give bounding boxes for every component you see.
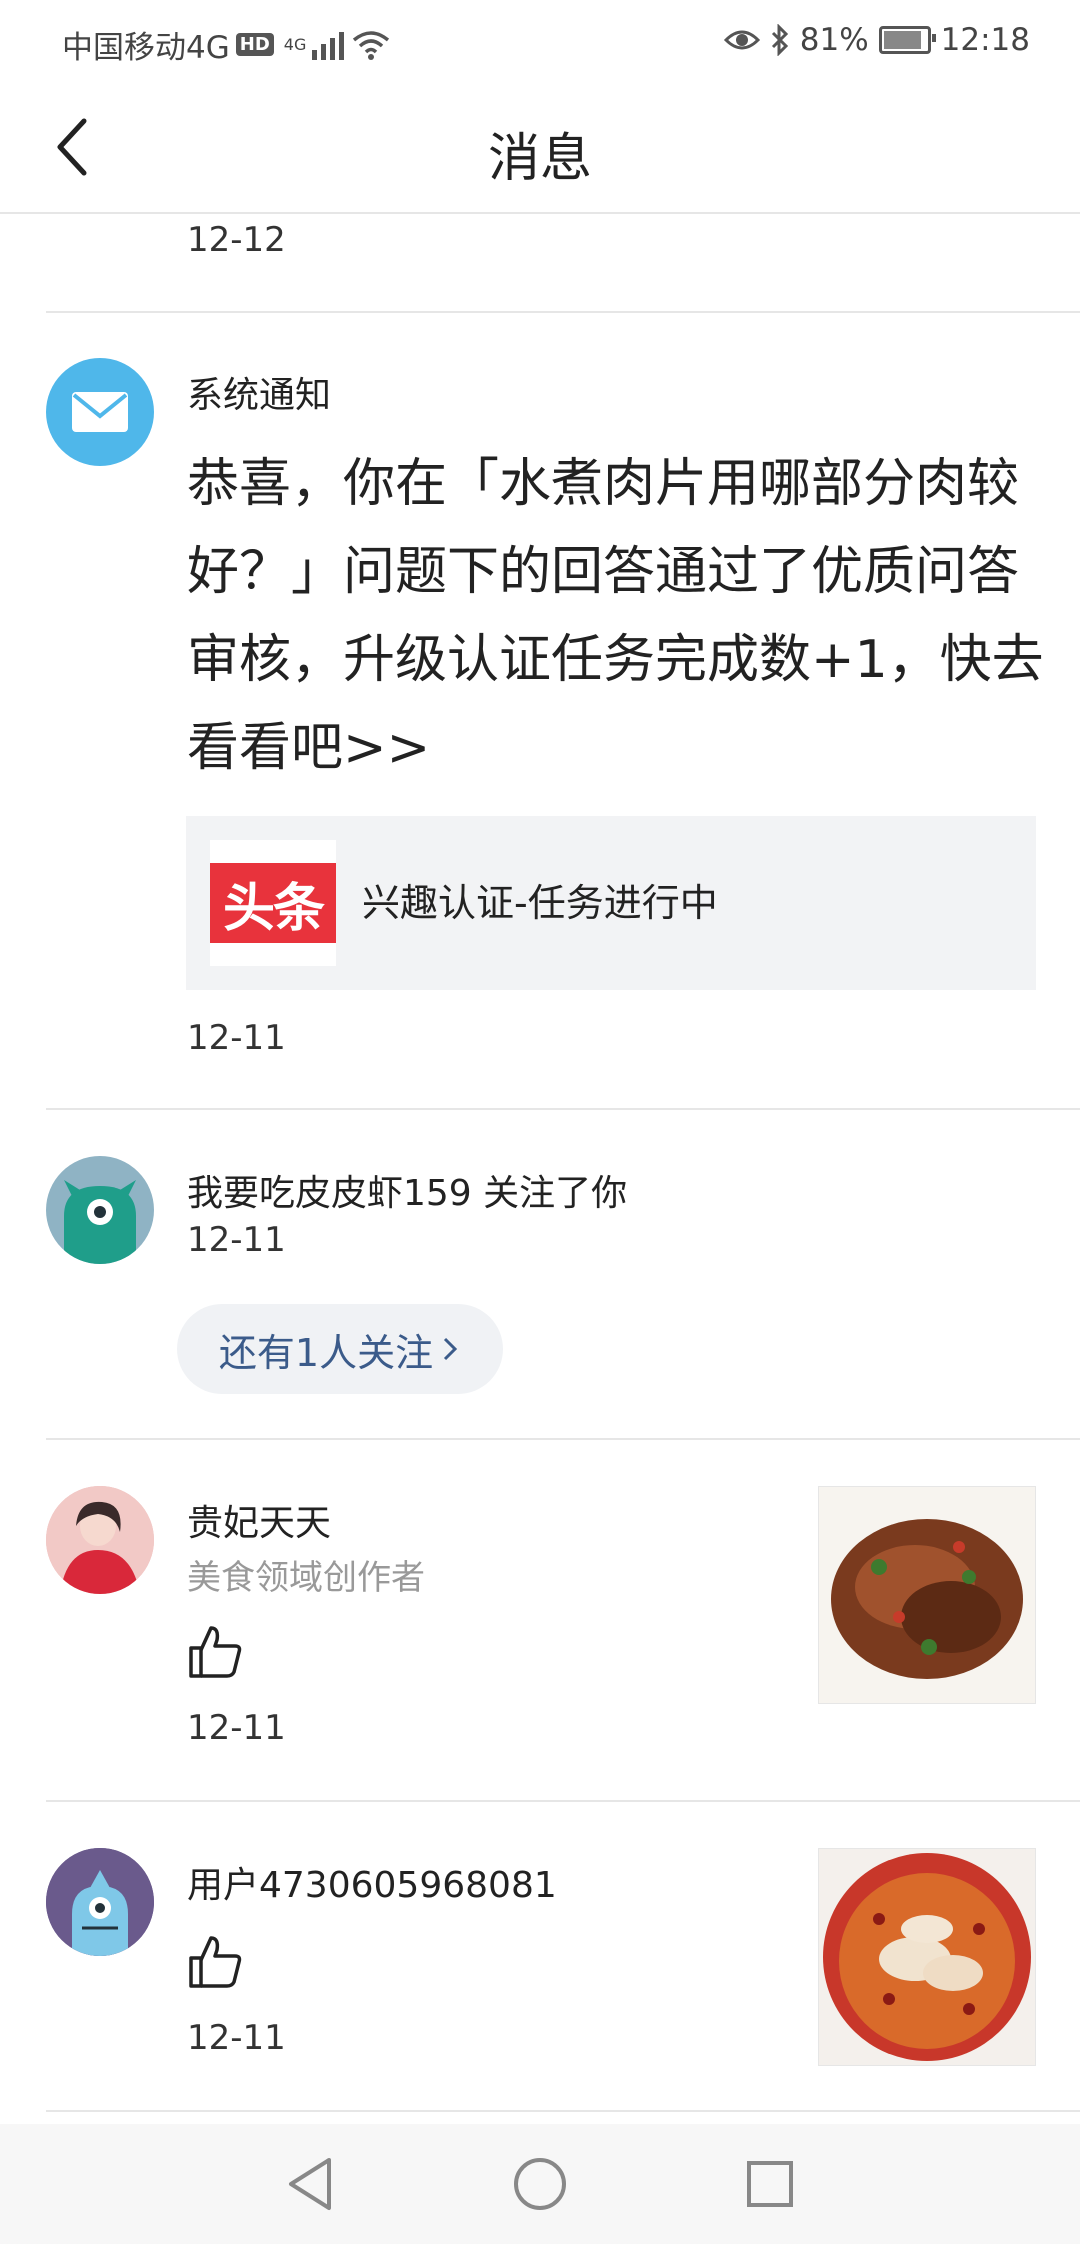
network-label: 4G [283,35,307,54]
food-photo-icon [819,1849,1035,2065]
wifi-icon [353,30,390,60]
item-date: 12-11 [187,1018,286,1058]
divider [46,1438,1080,1440]
clock: 12:18 [940,22,1030,58]
thumbs-up-icon [189,1936,242,1988]
toutiao-logo-text: 头条 [210,863,336,943]
user-avatar[interactable] [46,1486,154,1594]
header: 消息 [0,82,1080,214]
bluetooth-icon [771,24,788,56]
battery-percent: 81% [799,22,869,58]
user-name[interactable]: 贵妃天天 [187,1494,331,1546]
battery-icon [878,26,936,54]
carrier-label: 中国移动4G [62,30,230,66]
system-mail-avatar [46,358,154,466]
item-date: 12-11 [187,2018,286,2058]
triangle-back-icon [289,2158,331,2210]
nav-recents-button[interactable] [740,2154,800,2214]
follower-avatar[interactable] [46,1156,154,1264]
monster-avatar-icon [64,1180,136,1264]
post-thumbnail[interactable] [818,1848,1036,2066]
toutiao-logo: 头条 [210,840,336,966]
card-title: 兴趣认证-任务进行中 [362,881,718,925]
battery-level [883,31,921,49]
divider [46,2110,1080,2112]
person-photo-icon [46,1486,154,1594]
nav-back-button[interactable] [280,2154,340,2214]
system-notice-body[interactable]: 恭喜，你在「水煮肉片用哪部分肉较好？」问题下的回答通过了优质问答审核，升级认证任… [187,440,1047,792]
user-avatar[interactable] [46,1848,154,1956]
monster-avatar-icon [46,1848,154,1956]
divider [46,1800,1080,1802]
user-subtitle: 美食领域创作者 [187,1558,425,1598]
more-followers-button[interactable]: 还有1人关注 [177,1304,503,1394]
status-bar: 中国移动4G HD 4G 81% 12:18 [0,0,1080,82]
system-notice-title: 系统通知 [187,375,332,416]
square-recents-icon [747,2161,793,2207]
item-date: 12-11 [187,1220,286,1260]
item-date: 12-11 [187,1708,286,1748]
signal-icon [312,31,345,60]
food-photo-icon [819,1487,1035,1703]
more-followers-label: 还有1人关注 [218,1330,434,1375]
post-thumbnail[interactable] [818,1486,1036,1704]
circle-home-icon [514,2158,566,2210]
user-name[interactable]: 用户4730605968081 [187,1856,557,1908]
mail-icon [72,392,128,432]
follow-text: 我要吃皮皮虾159 关注了你 [187,1173,628,1214]
hd-badge: HD [235,33,274,56]
item-date: 12-12 [187,220,286,260]
eye-icon [723,30,760,50]
divider [46,1108,1080,1110]
certification-card[interactable]: 头条 兴趣认证-任务进行中 [186,816,1036,990]
status-left: 中国移动4G HD 4G [62,22,390,67]
thumbs-up-icon [189,1626,242,1678]
nav-home-button[interactable] [510,2154,570,2214]
status-right: 81% 12:18 [723,22,1030,58]
page-title: 消息 [487,129,592,189]
divider [46,311,1080,313]
chevron-right-icon [444,1337,458,1361]
system-nav-bar [0,2124,1080,2244]
